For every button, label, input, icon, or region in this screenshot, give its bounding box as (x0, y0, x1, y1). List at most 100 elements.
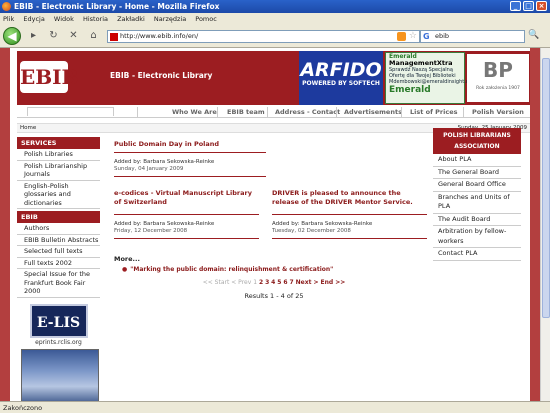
more-article-title: "Marking the public domain: relinquishme… (130, 266, 334, 273)
window-title: EBIB - Electronic Library - Home - Mozil… (14, 2, 220, 11)
reload-icon[interactable]: ↻ (46, 29, 61, 44)
sidebar-item-authors[interactable]: Authors (17, 223, 100, 235)
sidebar-item-branches[interactable]: Branches and Units of PLA (433, 192, 521, 214)
pager-page-4[interactable]: 4 (271, 279, 275, 286)
menu-narzedzia[interactable]: Narzędzia (154, 15, 186, 23)
article-title[interactable]: DRIVER is pleased to announce the releas… (272, 189, 427, 215)
address-url: http://www.ebib.info/en/ (120, 32, 199, 40)
sidebar-item-special-issue[interactable]: Special Issue for the Frankfurt Book Fai… (17, 269, 100, 298)
back-icon[interactable]: ◀ (3, 27, 21, 45)
pla-heading: POLISH LIBRARIANS ASSOCIATION (433, 128, 521, 154)
sidebar-item-glossaries[interactable]: English-Polish glossaries and dictionari… (17, 181, 100, 209)
web-page: EBIB EBIB - Electronic Library ARFIDO PO… (10, 48, 530, 401)
bp-caption: Rok założenia 1907 (476, 86, 520, 91)
top-nav: Who We Are EBIB team Address - Contact A… (17, 106, 530, 118)
more-heading: More... (114, 255, 140, 263)
right-sidebar: POLISH LIBRARIANS ASSOCIATION About PLA … (433, 128, 521, 261)
sidebar-item-contact-pla[interactable]: Contact PLA (433, 248, 521, 261)
google-icon[interactable]: G (423, 32, 430, 41)
article-author: Added by: Barbara Sekowska-Reinke (272, 221, 373, 227)
window-titlebar: EBIB - Electronic Library - Home - Mozil… (0, 0, 550, 13)
menu-pomoc[interactable]: Pomoc (195, 15, 217, 23)
tab-separator (267, 107, 268, 117)
article-item: e-codices - Virtual Manuscript Library o… (114, 189, 259, 239)
bullet-icon: ● (122, 266, 128, 273)
menu-edycja[interactable]: Edycja (23, 15, 44, 23)
article-title[interactable]: e-codices - Virtual Manuscript Library o… (114, 189, 259, 215)
scrollbar-thumb[interactable] (542, 58, 550, 318)
left-sidebar: SERVICES Polish Libraries Polish Librari… (17, 135, 100, 401)
status-bar: Zakończono (0, 401, 550, 413)
emerald-bottom: Emerald (389, 85, 431, 96)
bp-logo: BP (483, 58, 513, 82)
article-row: e-codices - Virtual Manuscript Library o… (114, 189, 434, 249)
tab-address-contact[interactable]: Address - Contact (275, 108, 340, 116)
browser-viewport: EBIB EBIB - Electronic Library ARFIDO PO… (0, 48, 540, 401)
ebib-logo[interactable]: EBIB (20, 61, 78, 93)
address-bar[interactable]: http://www.ebib.info/en/ ☆ (107, 30, 420, 43)
menu-plik[interactable]: Plik (3, 15, 14, 23)
emerald-banner[interactable]: Emerald ManagementXtra Sprawdź Naszą Spe… (385, 52, 476, 104)
tab-separator (137, 107, 138, 117)
stop-icon[interactable]: ✕ (66, 29, 81, 44)
pagination: << Start < Prev 1 2 3 4 5 6 7 Next > End… (114, 279, 434, 286)
tab-separator (463, 107, 464, 117)
more-article-link[interactable]: ● "Marking the public domain: relinquishm… (122, 266, 434, 273)
tab-polish-version[interactable]: Polish Version (472, 108, 524, 116)
site-screenshot-image[interactable] (21, 348, 99, 401)
menu-historia[interactable]: Historia (83, 15, 108, 23)
pager-page-7[interactable]: 7 (290, 279, 294, 286)
emerald-product: ManagementXtra (389, 59, 453, 68)
pager-page-3[interactable]: 3 (265, 279, 269, 286)
rss-feed-icon[interactable] (397, 32, 406, 41)
pager-page-6[interactable]: 6 (283, 279, 287, 286)
pager-page-5[interactable]: 5 (277, 279, 281, 286)
sidebar-item-about-pla[interactable]: About PLA (433, 154, 521, 167)
vertical-scrollbar[interactable] (540, 48, 550, 401)
sidebar-item-general-board-office[interactable]: General Board Office (433, 179, 521, 192)
navigation-toolbar: ◀ ▸ ↻ ✕ ⌂ http://www.ebib.info/en/ ☆ G e… (0, 25, 550, 48)
menu-zakladki[interactable]: Zakładki (117, 15, 145, 23)
bookmark-star-icon[interactable]: ☆ (409, 31, 417, 41)
tab-who-we-are[interactable]: Who We Are (172, 108, 217, 116)
sidebar-item-bulletin-abstracts[interactable]: EBIB Bulletin Abstracts (17, 235, 100, 246)
pager-end[interactable]: End >> (320, 279, 345, 286)
close-button[interactable]: × (536, 1, 547, 11)
minimize-button[interactable]: _ (510, 1, 521, 11)
tab-separator (217, 107, 218, 117)
article-title[interactable]: Public Domain Day in Poland (114, 140, 266, 153)
article-item: DRIVER is pleased to announce the releas… (272, 189, 427, 239)
forward-icon[interactable]: ▸ (26, 29, 41, 44)
arfido-banner[interactable]: ARFIDO POWERED BY SOFTECH (299, 51, 383, 105)
home-icon[interactable]: ⌂ (86, 29, 101, 44)
tab-list-of-prices[interactable]: List of Prices (410, 108, 458, 116)
pager-page-2[interactable]: 2 (259, 279, 263, 286)
tab-ebib-team[interactable]: EBIB team (227, 108, 265, 116)
tab-separator (336, 107, 337, 117)
sidebar-item-polish-libraries[interactable]: Polish Libraries (17, 149, 100, 161)
sidebar-item-general-board[interactable]: The General Board (433, 167, 521, 179)
elis-caption[interactable]: eprints.rclis.org (17, 339, 100, 346)
search-go-icon[interactable]: 🔍 (528, 30, 539, 40)
pager-next[interactable]: Next > (296, 279, 319, 286)
sidebar-item-selected-full-texts[interactable]: Selected full texts (17, 246, 100, 258)
status-text: Zakończono (3, 404, 43, 412)
bp-banner[interactable]: BP Rok założenia 1907 (467, 54, 529, 102)
site-favicon-icon (110, 33, 118, 41)
article-date: Tuesday, 02 December 2008 (272, 228, 427, 239)
main-content: Public Domain Day in Poland Added by: Ba… (114, 140, 434, 300)
breadcrumb-home[interactable]: Home (20, 125, 36, 131)
firefox-icon (2, 2, 11, 11)
arfido-small: POWERED BY SOFTECH (302, 80, 380, 87)
sidebar-item-audit-board[interactable]: The Audit Board (433, 214, 521, 226)
sidebar-item-polish-journals[interactable]: Polish Librarianship Journals (17, 161, 100, 181)
elis-logo[interactable]: E-LIS (29, 303, 88, 338)
menu-widok[interactable]: Widok (54, 15, 74, 23)
maximize-button[interactable]: □ (523, 1, 534, 11)
sidebar-item-arbitration[interactable]: Arbitration by fellow-workers (433, 226, 521, 248)
tab-advertisements[interactable]: Advertisements (344, 108, 402, 116)
sidebar-item-full-texts-2002[interactable]: Full texts 2002 (17, 258, 100, 269)
menubar: Plik Edycja Widok Historia Zakładki Narz… (0, 13, 550, 25)
results-count: Results 1 - 4 of 25 (244, 292, 304, 300)
search-box[interactable]: G ebib (420, 30, 525, 43)
